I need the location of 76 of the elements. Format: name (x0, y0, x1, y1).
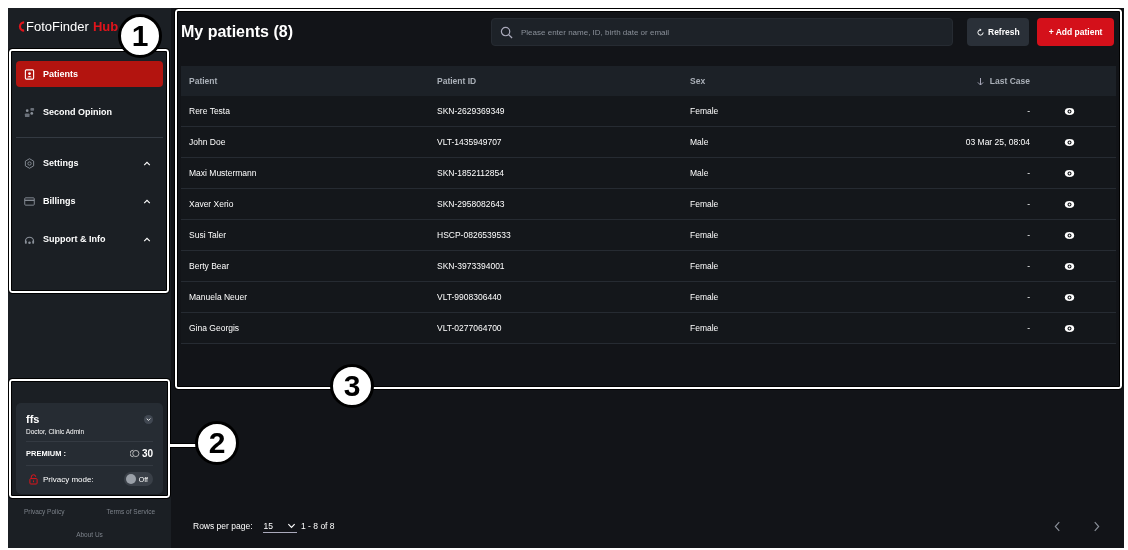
table-cell-text: Female (690, 230, 720, 240)
sort-down-icon (976, 76, 984, 86)
rows-per-page-label: Rows per page: (193, 521, 253, 531)
table-cell-text: Xaver Xerio (189, 199, 235, 209)
table-cell-text: - (1026, 230, 1030, 240)
column-header[interactable]: Sex (690, 76, 870, 86)
table-cell-text: Female (690, 261, 720, 271)
privacy-mode-label: Privacy mode: (43, 474, 94, 484)
table-cell-text: - (1026, 199, 1030, 209)
eye-icon[interactable] (1063, 261, 1075, 271)
lock-icon (29, 473, 38, 485)
table-cell-text: - (1026, 292, 1030, 302)
eye-icon[interactable] (1063, 168, 1075, 178)
eye-icon[interactable] (1063, 292, 1075, 302)
refresh-button[interactable]: Refresh (967, 18, 1029, 46)
logo-icon (18, 19, 25, 33)
table-cell-text: SKN-1852112854 (437, 168, 505, 178)
credits-count: 30 (141, 448, 153, 459)
table-cell-text: SKN-2958082643 (437, 199, 506, 209)
nav-item[interactable]: Second Opinion (16, 99, 163, 125)
user-name: ffs (26, 413, 40, 425)
credit-card-icon (24, 195, 35, 207)
page-range: 1 - 8 of 8 (301, 521, 335, 531)
table-cell-text: VLT-1435949707 (437, 137, 503, 147)
coins-icon (129, 449, 140, 458)
table-cell-text: SKN-3973394001 (437, 261, 506, 271)
column-header[interactable]: Last Case (870, 76, 1030, 86)
eye-icon[interactable] (1063, 199, 1075, 209)
people-icon (24, 106, 35, 118)
table-cell-text: Female (690, 323, 720, 333)
user-card-icon (24, 68, 35, 80)
page-title: My patients (8) (181, 23, 294, 41)
search-box[interactable]: Please enter name, ID, birth date or email (491, 18, 953, 46)
table-cell-text: Gina Georgis (189, 323, 241, 333)
table-cell-text: VLT-0277064700 (437, 323, 503, 333)
search-icon (500, 25, 513, 39)
table-cell-text: 03 Mar 25, 08:04 (964, 137, 1030, 147)
table-cell-text: Female (690, 199, 720, 209)
nav-item[interactable]: Billings (16, 188, 163, 214)
refresh-icon (976, 27, 985, 37)
table-cell-text: Female (690, 106, 720, 116)
previous-page-icon[interactable] (1054, 520, 1061, 532)
table-cell-text: Male (690, 168, 710, 178)
logo-text: FotoFinder (26, 18, 89, 34)
table-cell-text: Berty Bear (189, 261, 231, 271)
table-cell-text: SKN-2629369349 (437, 106, 506, 116)
eye-icon[interactable] (1063, 106, 1075, 116)
table-cell-text: HSCP-0826539533 (437, 230, 512, 240)
next-page-icon[interactable] (1093, 520, 1100, 532)
table-cell-text: Rere Testa (189, 106, 231, 116)
table-cell-text: - (1026, 168, 1030, 178)
table-cell-text: Maxi Mustermann (189, 168, 258, 178)
chevron-down-icon (287, 522, 296, 529)
table-cell-text: VLT-9908306440 (437, 292, 503, 302)
table-cell-text: Manuela Neuer (189, 292, 249, 302)
eye-icon[interactable] (1063, 323, 1075, 333)
table-cell-text: - (1026, 106, 1030, 116)
chevron-down-icon[interactable] (144, 414, 153, 424)
settings-icon (24, 157, 35, 169)
rows-per-page-select[interactable]: 15 (262, 519, 297, 533)
nav-item[interactable]: Patients (16, 61, 163, 87)
column-header[interactable]: Patient ID (437, 76, 690, 86)
eye-icon[interactable] (1063, 137, 1075, 147)
search-field[interactable]: Please enter name, ID, birth date or email (521, 27, 944, 37)
table-cell-text: Male (690, 137, 710, 147)
table-cell-text: - (1026, 323, 1030, 333)
logo-accent-text: Hub (92, 18, 119, 34)
nav-item[interactable]: Support & Info (16, 226, 163, 252)
nav-item[interactable]: Settings (16, 150, 163, 176)
eye-icon[interactable] (1063, 230, 1075, 240)
table-cell-text: Susi Taler (189, 230, 228, 240)
column-header[interactable]: Patient (189, 76, 437, 86)
table-cell-text: - (1026, 261, 1030, 271)
table-cell-text: John Doe (189, 137, 227, 147)
table-cell-text: Female (690, 292, 720, 302)
add-patient-button[interactable]: + Add patient (1036, 18, 1115, 46)
